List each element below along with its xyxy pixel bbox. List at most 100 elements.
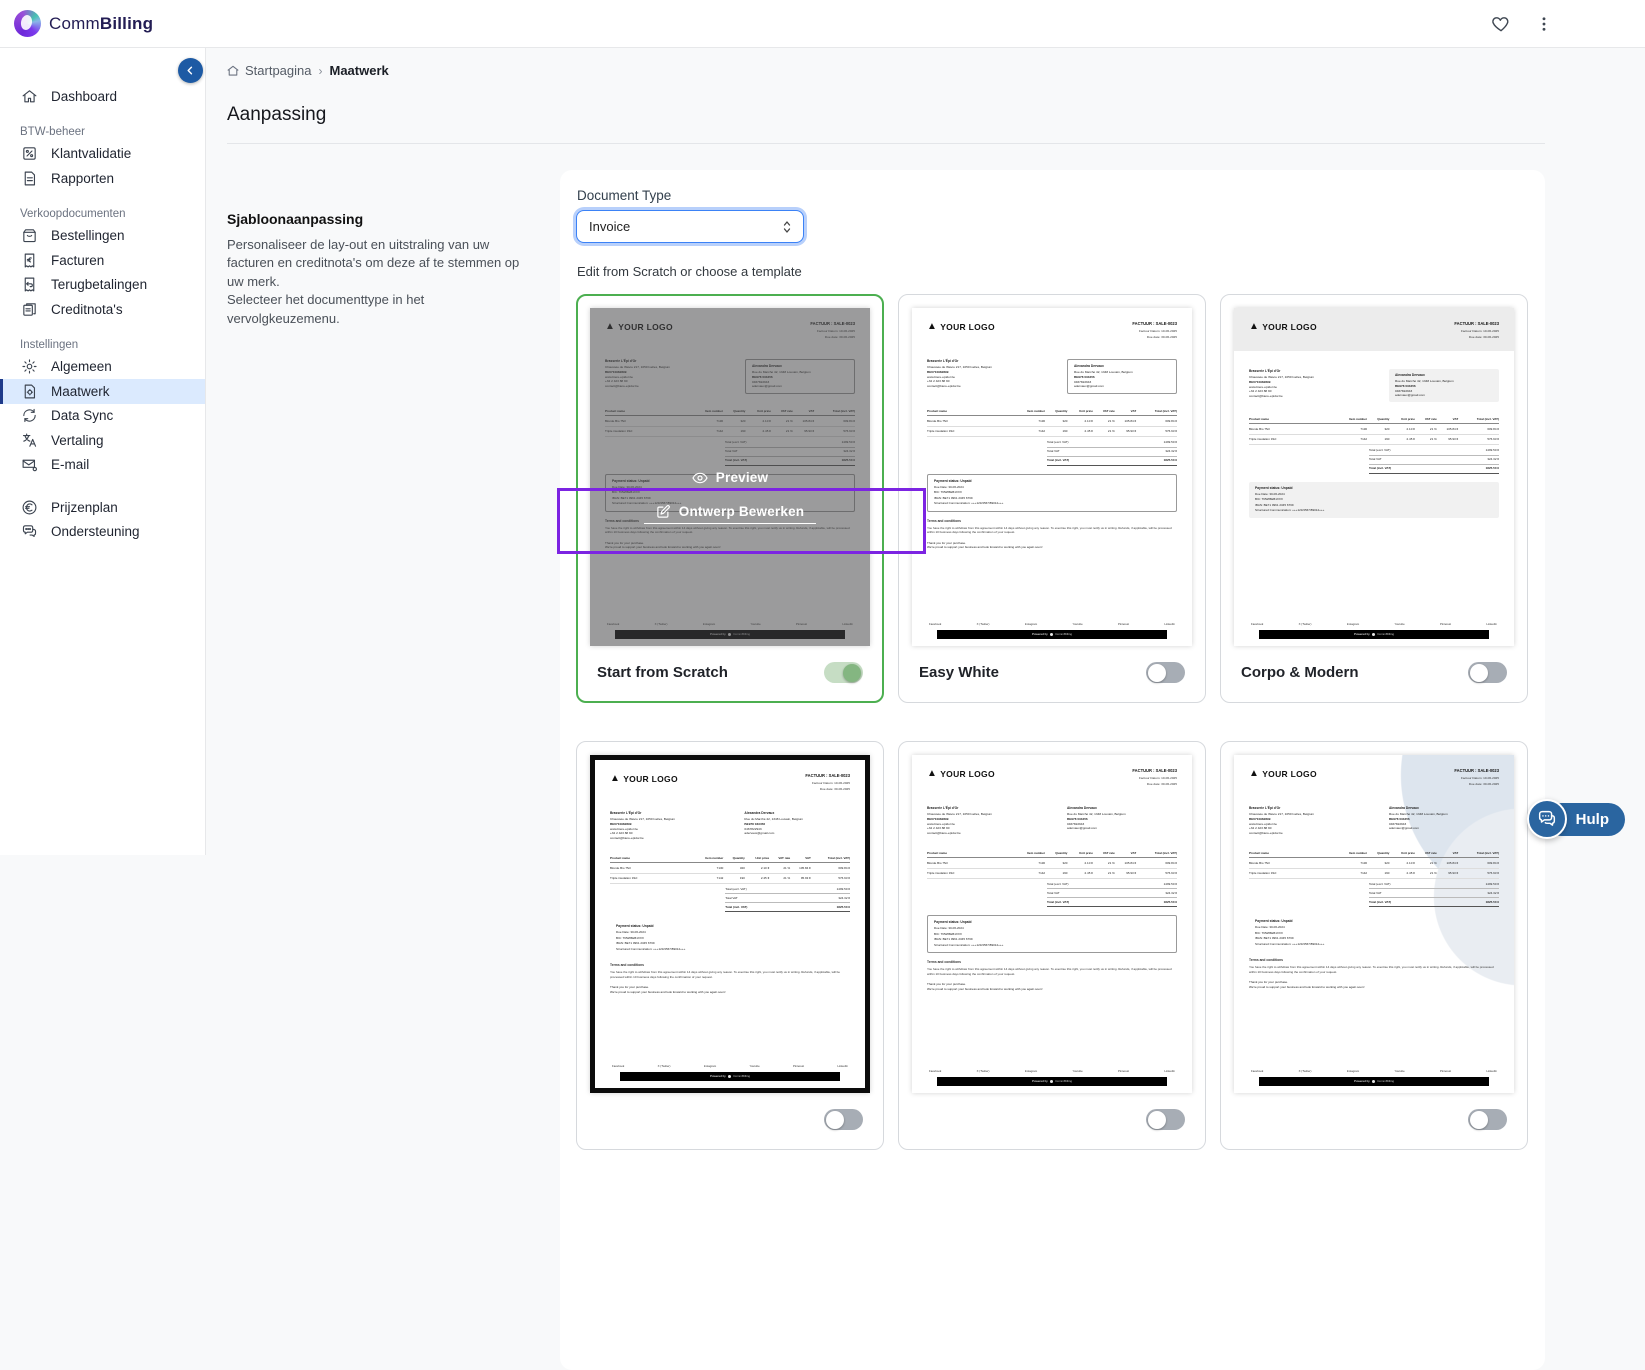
percent-badge-icon xyxy=(21,145,38,162)
logo-triangle-icon: ▲ xyxy=(927,322,937,332)
sidebar-item-dashboard[interactable]: Dashboard xyxy=(0,84,205,109)
template-toggle[interactable] xyxy=(1146,1109,1185,1130)
template-card-easy-white[interactable]: ▲YOUR LOGO FACTUUR : SALE-0023 Factuur D… xyxy=(898,294,1206,703)
help-button-label: Hulp xyxy=(1576,811,1609,828)
sidebar-item-algemeen[interactable]: Algemeen xyxy=(0,355,205,380)
sidebar-item-label: Bestellingen xyxy=(51,228,125,243)
sidebar-item-rapporten[interactable]: Rapporten xyxy=(0,166,205,191)
invoice-terms: Terms and conditions You have the right … xyxy=(610,963,850,979)
invoice-powered-bar: Powered byCommBilling xyxy=(937,1077,1167,1086)
sidebar-item-creditnotas[interactable]: Creditnota's xyxy=(0,297,205,322)
commbilling-mini-logo-icon xyxy=(1372,1080,1375,1083)
sidebar-item-email[interactable]: E-mail xyxy=(0,453,205,478)
file-gear-icon xyxy=(21,383,38,400)
invoice-sender-block: Brasserie L'Épi d'Or Chaussée de Wavre 2… xyxy=(927,806,1045,835)
sidebar-item-maatwerk[interactable]: Maatwerk xyxy=(0,379,205,404)
heart-icon[interactable] xyxy=(1491,14,1511,34)
invoice-title: FACTUUR : SALE-0023 xyxy=(1454,768,1499,774)
euro-circle-icon xyxy=(21,499,38,516)
breadcrumb-home-link[interactable]: Startpagina xyxy=(226,63,312,78)
template-thumbnail: ▲YOUR LOGO FACTUUR : SALE-0023 Factuur D… xyxy=(912,755,1192,1093)
receipt-refund-icon xyxy=(21,276,38,293)
sidebar-group: Dashboard xyxy=(0,84,205,109)
template-toggle[interactable] xyxy=(1468,1109,1507,1130)
template-card-corpo-modern[interactable]: ▲YOUR LOGO FACTUUR : SALE-0023 Factuur D… xyxy=(1220,294,1528,703)
sidebar-item-label: Vertaling xyxy=(51,433,104,448)
invoice-terms: Terms and conditions You have the right … xyxy=(927,960,1177,976)
logo-triangle-icon: ▲ xyxy=(927,769,937,779)
translate-icon xyxy=(21,432,38,449)
receipt-euro-icon xyxy=(21,252,38,269)
sidebar-item-label: Creditnota's xyxy=(51,302,123,317)
invoice-thanks: Thank you for your purchase. We're proud… xyxy=(927,982,1177,991)
template-card-start-from-scratch[interactable]: ▲YOUR LOGO FACTUUR : SALE-0023 Factuur D… xyxy=(576,294,884,703)
sidebar-item-ondersteuning[interactable]: Ondersteuning xyxy=(0,520,205,545)
sidebar-item-label: Prijzenplan xyxy=(51,500,118,515)
template-toggle[interactable] xyxy=(1146,662,1185,683)
invoice-client-block: Alexandra Dervaux Rue du Marché 42, 1348… xyxy=(744,811,850,840)
invoice-date: Factuur Datum: 10-06-2025 xyxy=(805,781,850,786)
invoice-preview: ▲YOUR LOGO FACTUUR : SALE-0023 Factuur D… xyxy=(1234,755,1514,1093)
invoice-social-links: FacebookX (Twitter)InstagramYoutubePinte… xyxy=(612,1054,848,1068)
invoice-logo: ▲YOUR LOGO xyxy=(927,321,995,334)
edit-design-button[interactable]: Ontwerp Bewerken xyxy=(644,504,816,524)
invoice-totals: Total (excl. VAT)1499.50 € Total VAT324.… xyxy=(1047,880,1177,907)
preview-button[interactable]: Preview xyxy=(692,470,768,485)
home-icon xyxy=(21,88,38,105)
template-card-template-6[interactable]: ▲YOUR LOGO FACTUUR : SALE-0023 Factuur D… xyxy=(1220,741,1528,1150)
sidebar-item-bestellingen[interactable]: Bestellingen xyxy=(0,224,205,249)
invoice-powered-bar: Powered byCommBilling xyxy=(937,630,1167,639)
invoice-powered-bar: Powered byCommBilling xyxy=(1259,1077,1489,1086)
invoice-date: Factuur Datum: 10-06-2025 xyxy=(1132,776,1177,781)
invoice-line-items-table: Product nameItem numberQuantityUnit pric… xyxy=(610,855,850,885)
sidebar-item-label: Maatwerk xyxy=(51,384,110,399)
home-icon xyxy=(226,64,240,78)
sidebar-item-prijzenplan[interactable]: Prijzenplan xyxy=(0,495,205,520)
sidebar-item-label: Klantvalidatie xyxy=(51,146,131,161)
sidebar-item-terugbetalingen[interactable]: Terugbetalingen xyxy=(0,273,205,298)
template-thumbnail: ▲YOUR LOGO FACTUUR : SALE-0023 Factuur D… xyxy=(590,755,870,1093)
kebab-menu-icon[interactable] xyxy=(1535,15,1553,33)
intro-body-1: Personaliseer de lay-out en uitstraling … xyxy=(227,236,529,291)
toggle-knob xyxy=(826,1111,844,1129)
invoice-terms: Terms and conditions You have the right … xyxy=(927,519,1177,535)
invoice-preview: ▲YOUR LOGO FACTUUR : SALE-0023 Factuur D… xyxy=(912,755,1192,1093)
invoice-totals: Total (excl. VAT)1499.50 € Total VAT324.… xyxy=(725,885,850,912)
invoice-title: FACTUUR : SALE-0023 xyxy=(1132,768,1177,774)
logo-triangle-icon: ▲ xyxy=(1249,322,1259,332)
invoice-payment-block: Payment status: Unpaid Due Date: 30-06-2… xyxy=(610,920,850,956)
sidebar-section-header: BTW-beheer xyxy=(0,126,205,142)
sidebar-item-vertaling[interactable]: Vertaling xyxy=(0,428,205,453)
support-chat-icon[interactable] xyxy=(1527,799,1567,839)
invoice-line-items-table: Product nameItem numberQuantityUnit pric… xyxy=(927,850,1177,880)
document-type-select[interactable]: Invoice xyxy=(576,210,804,243)
template-toggle[interactable] xyxy=(1468,662,1507,683)
invoice-thanks: Thank you for your purchase. We're proud… xyxy=(927,541,1177,550)
sidebar-item-klantvalidatie[interactable]: Klantvalidatie xyxy=(0,142,205,167)
invoice-title: FACTUUR : SALE-0023 xyxy=(1454,321,1499,327)
sidebar-group: InstellingenAlgemeenMaatwerkData SyncVer… xyxy=(0,339,205,478)
sidebar-group: Verkoopdocumenten Bestellingen FacturenTer… xyxy=(0,208,205,322)
template-toggle[interactable] xyxy=(824,1109,863,1130)
sidebar-collapse-button[interactable] xyxy=(178,58,203,83)
template-card-grid: ▲YOUR LOGO FACTUUR : SALE-0023 Factuur D… xyxy=(576,294,1529,1150)
sidebar-item-data-sync[interactable]: Data Sync xyxy=(0,404,205,429)
logo-triangle-icon: ▲ xyxy=(1249,769,1259,779)
toggle-knob xyxy=(1470,1111,1488,1129)
template-toggle[interactable] xyxy=(824,662,863,683)
thumbnail-overlay: Preview Ontwerp Bewerken xyxy=(590,308,870,646)
sidebar-item-facturen[interactable]: Facturen xyxy=(0,248,205,273)
document-type-label: Document Type xyxy=(577,188,1529,203)
template-card-template-5[interactable]: ▲YOUR LOGO FACTUUR : SALE-0023 Factuur D… xyxy=(898,741,1206,1150)
sidebar-section-header: Verkoopdocumenten xyxy=(0,208,205,224)
eye-icon xyxy=(692,472,708,484)
invoice-title: FACTUUR : SALE-0023 xyxy=(805,773,850,779)
sidebar-group: Prijzenplan Ondersteuning xyxy=(0,495,205,544)
template-thumbnail: ▲YOUR LOGO FACTUUR : SALE-0023 Factuur D… xyxy=(1234,308,1514,646)
app-logo[interactable]: CommBilling xyxy=(14,10,153,37)
template-card-template-4[interactable]: ▲YOUR LOGO FACTUUR : SALE-0023 Factuur D… xyxy=(576,741,884,1150)
sidebar-item-label: Dashboard xyxy=(51,89,117,104)
invoice-due-date: Due date: 30-06-2025 xyxy=(1454,782,1499,787)
commbilling-mini-logo-icon xyxy=(1372,633,1375,636)
invoice-powered-bar: Powered byCommBilling xyxy=(620,1072,840,1081)
